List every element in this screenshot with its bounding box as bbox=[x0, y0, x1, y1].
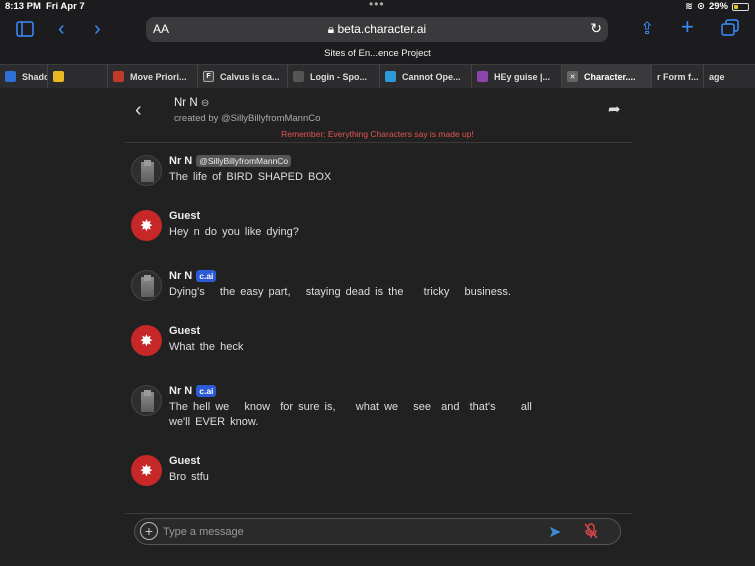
tab-favicon-icon bbox=[53, 71, 64, 82]
message-author: Nr N @SillyBillyfromMannCo bbox=[169, 155, 292, 167]
tab-favicon-icon: F bbox=[203, 71, 214, 82]
message-text: What the heck bbox=[169, 341, 244, 353]
add-attachment-icon[interactable]: + bbox=[140, 522, 158, 540]
lock-icon: 🔒︎ bbox=[327, 22, 335, 36]
url-text: 🔒︎ beta.character.ai bbox=[146, 22, 608, 37]
tab-6[interactable]: HEy guise |... bbox=[472, 65, 562, 88]
tab-0[interactable]: Shadow bbox=[0, 65, 48, 88]
message-text: Dying's the easy part, staying dead is t… bbox=[169, 286, 511, 298]
new-tab-icon[interactable]: + bbox=[681, 16, 694, 38]
message-author: Guest bbox=[169, 325, 200, 337]
avatar[interactable] bbox=[131, 385, 162, 416]
tab-label: HEy guise |... bbox=[494, 71, 551, 82]
cai-badge: c.ai bbox=[196, 270, 217, 282]
message-author: Guest bbox=[169, 210, 200, 222]
tab-2[interactable]: Move Priori... bbox=[108, 65, 198, 88]
message-text: Hey n do you like dying? bbox=[169, 226, 299, 238]
avatar[interactable] bbox=[131, 155, 162, 186]
back-nav-icon[interactable]: ‹ bbox=[58, 19, 65, 39]
message-composer: + ➤ bbox=[134, 518, 621, 545]
mic-muted-icon[interactable] bbox=[584, 523, 598, 542]
orientation-lock-icon: ⊙ bbox=[697, 1, 705, 12]
message-text: The hell we know for sure is, what we se… bbox=[169, 401, 548, 428]
message-text: The life of BIRD SHAPED BOX bbox=[169, 171, 332, 183]
author-name: Nr N bbox=[169, 385, 193, 397]
tab-label: Shadow bbox=[22, 71, 47, 82]
creator-badge: @SillyBillyfromMannCo bbox=[196, 155, 292, 167]
tab-5[interactable]: Cannot Ope... bbox=[380, 65, 472, 88]
tab-favicon-icon bbox=[293, 71, 304, 82]
status-time: 8:13 PM bbox=[5, 1, 41, 12]
tab-1[interactable] bbox=[48, 65, 108, 88]
share-toolbar-icon[interactable]: ⇪ bbox=[640, 19, 654, 39]
tab-7-active[interactable]: ✕ Character.... bbox=[562, 65, 652, 88]
message-author: Nr N c.ai bbox=[169, 385, 217, 397]
tab-3[interactable]: F Calvus is ca... bbox=[198, 65, 288, 88]
sidebar-icon[interactable] bbox=[16, 21, 34, 41]
tab-favicon-icon bbox=[385, 71, 396, 82]
author-name: Guest bbox=[169, 210, 201, 222]
tab-9[interactable]: age bbox=[704, 65, 755, 88]
browser-toolbar: ‹ › AA 🔒︎ beta.character.ai ↻ ⇪ + Sites … bbox=[0, 13, 755, 64]
share-icon[interactable]: ➦ bbox=[608, 100, 621, 118]
guest-avatar[interactable]: ✸ bbox=[131, 210, 162, 241]
tab-4[interactable]: Login - Spo... bbox=[288, 65, 380, 88]
tab-label: Character.... bbox=[584, 71, 636, 82]
divider bbox=[125, 142, 632, 143]
reload-icon[interactable]: ↻ bbox=[590, 20, 602, 37]
page-title: Sites of En...ence Project bbox=[324, 48, 431, 59]
author-name: Nr N bbox=[169, 270, 193, 282]
battery-percent: 29% bbox=[708, 1, 728, 12]
tab-favicon-icon bbox=[5, 71, 16, 82]
divider bbox=[125, 513, 632, 514]
multitask-dots-icon[interactable]: ••• bbox=[369, 0, 385, 11]
wifi-icon: ≋ bbox=[685, 1, 694, 12]
status-bar: 8:13 PM Fri Apr 7 ••• ≋ ⊙ 29% bbox=[0, 0, 755, 13]
tab-label: Cannot Ope... bbox=[402, 71, 461, 82]
tab-label: Move Priori... bbox=[130, 71, 187, 82]
guest-avatar[interactable]: ✸ bbox=[131, 325, 162, 356]
cai-badge: c.ai bbox=[196, 385, 217, 397]
tab-label: Calvus is ca... bbox=[220, 71, 280, 82]
tab-label: age bbox=[709, 71, 725, 82]
battery-icon bbox=[732, 2, 749, 11]
creator-line[interactable]: created by @SillyBillyfromMannCo bbox=[174, 113, 320, 124]
author-name: Guest bbox=[169, 325, 201, 337]
tab-label: r Form f... bbox=[657, 71, 699, 82]
tab-favicon-icon bbox=[477, 71, 488, 82]
guest-avatar[interactable]: ✸ bbox=[131, 455, 162, 486]
status-indicators: ≋ ⊙ 29% bbox=[685, 1, 749, 12]
status-date: Fri Apr 7 bbox=[46, 1, 85, 12]
character-name-text: Nr N bbox=[174, 97, 198, 109]
link-icon[interactable]: ⊖ bbox=[201, 98, 209, 109]
character-name: Nr N ⊖ bbox=[174, 97, 209, 109]
tab-strip: Shadow Move Priori... F Calvus is ca... … bbox=[0, 64, 755, 88]
forward-nav-icon[interactable]: › bbox=[94, 19, 101, 39]
message-author: Nr N c.ai bbox=[169, 270, 217, 282]
tab-favicon-icon bbox=[113, 71, 124, 82]
address-bar[interactable]: AA 🔒︎ beta.character.ai ↻ bbox=[146, 17, 608, 42]
avatar[interactable] bbox=[131, 270, 162, 301]
message-input[interactable] bbox=[163, 523, 533, 540]
message-text: Bro stfu bbox=[169, 471, 209, 483]
url-value: beta.character.ai bbox=[337, 22, 427, 36]
author-name: Guest bbox=[169, 455, 201, 467]
author-name: Nr N bbox=[169, 155, 193, 167]
disclaimer: Remember: Everything Characters say is m… bbox=[281, 129, 474, 139]
send-icon[interactable]: ➤ bbox=[548, 522, 561, 542]
tab-8[interactable]: r Form f... bbox=[652, 65, 704, 88]
tab-label: Login - Spo... bbox=[310, 71, 367, 82]
chat-back-icon[interactable]: ‹ bbox=[135, 99, 142, 122]
tab-close-icon[interactable]: ✕ bbox=[567, 71, 578, 82]
tabs-overview-icon[interactable] bbox=[721, 19, 739, 40]
message-author: Guest bbox=[169, 455, 200, 467]
